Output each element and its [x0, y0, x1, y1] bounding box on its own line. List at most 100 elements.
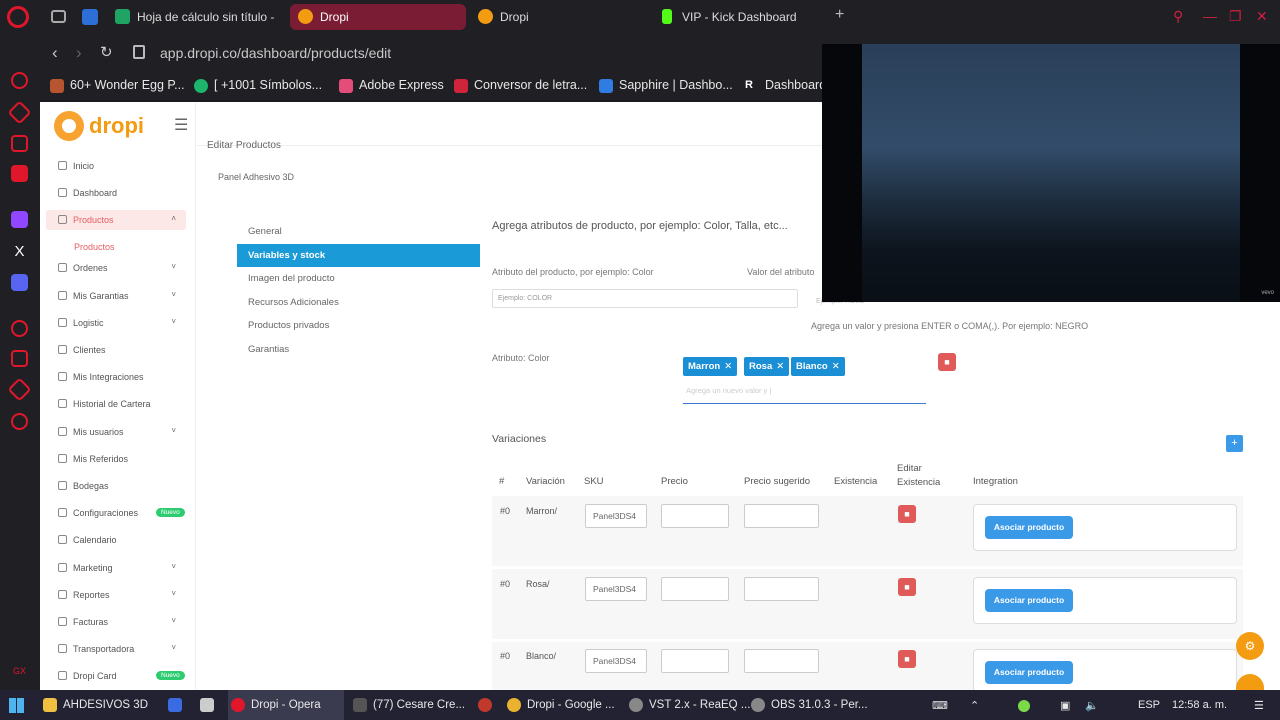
tab-dropi[interactable]: Dropi [470, 4, 640, 30]
tab-general[interactable]: General [237, 220, 480, 244]
notifications-icon[interactable]: ☰ [1254, 699, 1264, 712]
tiles-icon[interactable] [11, 135, 28, 152]
chip-blanco[interactable]: Blanco ✕ [791, 357, 845, 376]
sidebar-item[interactable]: Productos ˄ [46, 210, 186, 231]
clock[interactable]: 12:58 a. m. [1172, 699, 1227, 711]
tab-variables-stock[interactable]: Variables y stock [237, 243, 480, 267]
bookmark[interactable]: 60+ Wonder Egg P... [50, 78, 185, 93]
close-icon[interactable]: ✕ [1256, 8, 1268, 25]
suggested-price-input[interactable] [744, 577, 819, 601]
settings-icon[interactable] [11, 413, 28, 430]
task-obs[interactable]: OBS 31.0.3 - Per... [748, 690, 868, 720]
notes-icon[interactable] [11, 350, 28, 367]
bookmark[interactable]: Sapphire | Dashbo... [599, 78, 733, 93]
app-tray-icon[interactable] [1018, 700, 1030, 712]
language-indicator[interactable]: ESP [1138, 699, 1160, 711]
sidebar-item[interactable]: Logistic ˅ [46, 313, 186, 333]
sidebar-item[interactable]: Mis Garantias ˅ [46, 286, 186, 306]
task-calculator[interactable] [165, 690, 188, 720]
sidebar-item[interactable]: Ordenes ˅ [46, 258, 186, 278]
tab-warranties[interactable]: Garantias [237, 338, 480, 362]
delete-variation-button[interactable]: ■ [898, 650, 916, 668]
delete-variation-button[interactable]: ■ [898, 505, 916, 523]
sidebar-item[interactable]: Calendario [46, 530, 186, 550]
back-icon[interactable]: ‹ [52, 43, 58, 63]
discord-icon[interactable] [11, 274, 28, 291]
chip-remove-icon[interactable]: ✕ [776, 361, 784, 372]
tab-kick[interactable]: VIP - Kick Dashboard [652, 4, 824, 30]
sidebar-item[interactable]: Clientes [46, 340, 186, 360]
url-field[interactable]: app.dropi.co/dashboard/products/edit [160, 45, 391, 61]
bookmark[interactable]: R Dashboard [745, 78, 826, 93]
chevron-up-icon[interactable]: ⌃ [970, 699, 979, 712]
dropi-logo[interactable]: dropi [54, 110, 144, 142]
bookmark[interactable]: [ +1001 Símbolos... [194, 78, 322, 93]
task-cesare[interactable]: (77) Cesare Cre... [350, 690, 465, 720]
attr-input[interactable]: Ejemplo: COLOR [492, 289, 798, 308]
task-reaeq[interactable]: VST 2.x - ReaEQ ... [626, 690, 750, 720]
sidebar-item[interactable]: Mis Integraciones [46, 367, 186, 387]
reload-icon[interactable]: ↻ [100, 43, 113, 61]
associate-product-button[interactable]: Asociar producto [985, 589, 1073, 612]
aria-icon[interactable] [11, 72, 28, 89]
sku-input[interactable]: Panel3DS4 [585, 577, 647, 601]
sidebar-item[interactable]: Inicio [46, 156, 186, 176]
gx-icon[interactable]: GX [11, 666, 28, 683]
associate-product-button[interactable]: Asociar producto [985, 661, 1073, 684]
sidebar-item[interactable]: Dropi Card Nuevo [46, 666, 186, 686]
tab-private-products[interactable]: Productos privados [237, 314, 480, 338]
task-chrome[interactable]: Dropi - Google ... [504, 690, 620, 720]
sidebar-item[interactable]: Configuraciones Nuevo [46, 503, 186, 523]
new-tab-icon[interactable]: + [835, 6, 844, 24]
bag-icon[interactable] [11, 165, 28, 182]
forward-icon[interactable]: › [76, 43, 82, 63]
bookmark[interactable]: Conversor de letra... [454, 78, 587, 93]
crypto-icon[interactable] [7, 100, 32, 125]
opera-logo-icon[interactable] [7, 6, 29, 28]
price-input[interactable] [661, 577, 729, 601]
suggested-price-input[interactable] [744, 649, 819, 673]
search-icon[interactable]: ⚲ [1173, 8, 1183, 25]
twitch-icon[interactable] [11, 211, 28, 228]
sidebar-item[interactable]: Mis Referidos [46, 449, 186, 469]
chip-input[interactable]: Agrega un nuevo valor y | [683, 384, 926, 404]
keyboard-icon[interactable]: ⌨ [932, 699, 948, 712]
network-icon[interactable]: ▣ [1060, 699, 1070, 712]
sidebar-subitem-productos[interactable]: Productos [74, 242, 115, 252]
tab-product-image[interactable]: Imagen del producto [237, 267, 480, 291]
task-mail[interactable] [197, 690, 220, 720]
tab-tiles-icon[interactable] [82, 9, 98, 25]
sidebar-item[interactable]: Bodegas [46, 476, 186, 496]
x-twitter-icon[interactable]: X [11, 243, 28, 260]
add-variation-button[interactable]: + [1226, 435, 1243, 452]
suggested-price-input[interactable] [744, 504, 819, 528]
price-input[interactable] [661, 504, 729, 528]
history-icon[interactable] [7, 377, 32, 402]
tab-additional-resources[interactable]: Recursos Adicionales [237, 291, 480, 315]
volume-icon[interactable]: 🔈 [1085, 699, 1099, 712]
chat-button[interactable] [1236, 674, 1264, 690]
sidebar-item[interactable]: Mis usuarios ˅ [46, 422, 186, 442]
delete-variation-button[interactable]: ■ [898, 578, 916, 596]
minimize-icon[interactable]: — [1203, 8, 1217, 24]
sidebar-item[interactable]: Historial de Cartera [46, 394, 186, 414]
task-record[interactable] [475, 690, 498, 720]
maximize-icon[interactable]: ❐ [1229, 8, 1242, 25]
sidebar-item[interactable]: Dashboard [46, 183, 186, 203]
windows-start-icon[interactable] [9, 698, 24, 713]
associate-product-button[interactable]: Asociar producto [985, 516, 1073, 539]
chip-remove-icon[interactable]: ✕ [724, 361, 732, 372]
sku-input[interactable]: Panel3DS4 [585, 649, 647, 673]
sidebar-item[interactable]: Reportes ˅ [46, 585, 186, 605]
sidebar-item[interactable]: Facturas ˅ [46, 612, 186, 632]
delete-attribute-button[interactable]: ■ [938, 353, 956, 371]
chip-marron[interactable]: Marron ✕ [683, 357, 738, 376]
tab-dropi-active[interactable]: Dropi [290, 4, 466, 30]
sku-input[interactable]: Panel3DS4 [585, 504, 647, 528]
support-button[interactable]: ⚙ [1236, 632, 1264, 660]
task-folder[interactable]: AHDESIVOS 3D [40, 690, 148, 720]
tab-spreadsheet[interactable]: Hoja de cálculo sin título - [107, 4, 279, 30]
sidebar-item[interactable]: Marketing ˅ [46, 558, 186, 578]
workspaces-icon[interactable] [51, 10, 66, 23]
chip-remove-icon[interactable]: ✕ [832, 361, 840, 372]
